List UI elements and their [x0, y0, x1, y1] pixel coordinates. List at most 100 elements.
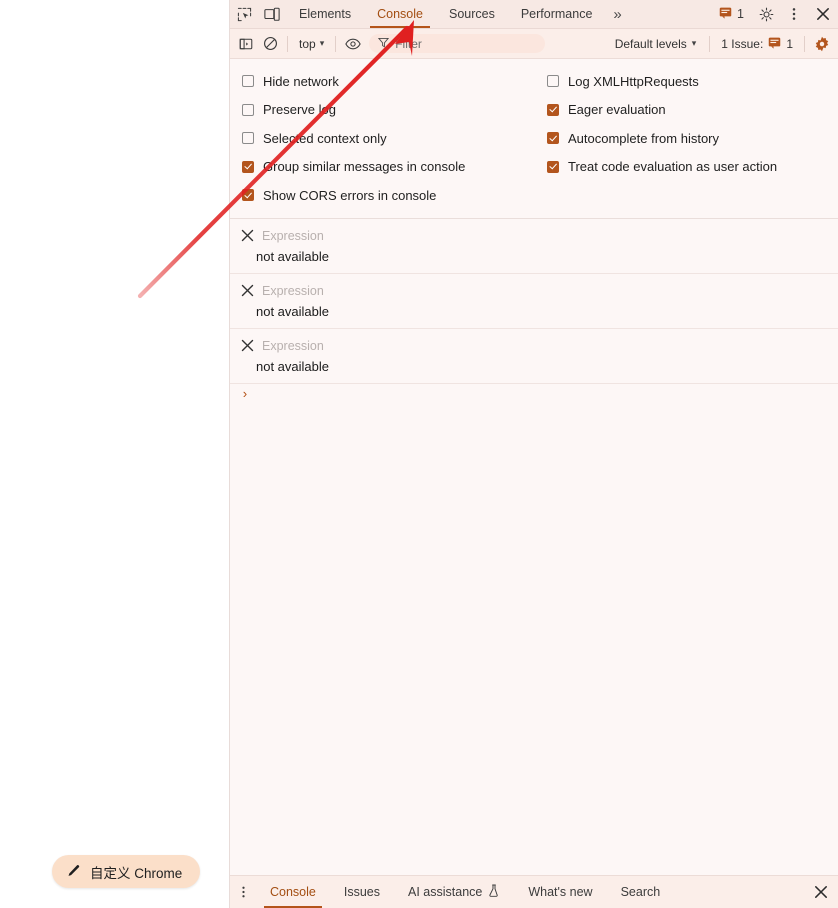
setting-autocomplete-from-history[interactable]: Autocomplete from history — [535, 124, 838, 153]
setting-treat-code-evaluation[interactable]: Treat code evaluation as user action — [535, 153, 838, 182]
host-page-area: 自定义 Chrome — [0, 0, 229, 908]
toolbar-divider-2 — [335, 35, 337, 52]
console-message-header: Expression — [230, 226, 838, 246]
close-x-icon[interactable] — [241, 339, 254, 352]
tab-performance-label: Performance — [520, 7, 593, 21]
setting-group-similar-messages[interactable]: Group similar messages in console — [230, 153, 535, 182]
execution-context-value: top — [299, 36, 316, 51]
more-tabs-button[interactable]: » — [605, 0, 629, 28]
drawer-tab-issues-label: Issues — [343, 885, 381, 899]
setting-hide-network[interactable]: Hide network — [230, 67, 535, 96]
experiment-flask-icon — [488, 884, 500, 900]
console-settings-gear-icon[interactable] — [810, 33, 834, 55]
drawer-tab-whats-new[interactable]: What's new — [514, 876, 606, 908]
devtools-main-toolbar: Elements Console Sources Performance » 1 — [230, 0, 838, 29]
setting-log-xmlhttprequests[interactable]: Log XMLHttpRequests — [535, 67, 838, 96]
close-x-icon[interactable] — [241, 229, 254, 242]
setting-treat-code-evaluation-label: Treat code evaluation as user action — [568, 159, 778, 175]
setting-log-xmlhttprequests-label: Log XMLHttpRequests — [568, 73, 699, 89]
settings-gear-icon[interactable] — [752, 0, 780, 28]
console-sidebar-icon[interactable] — [234, 33, 258, 55]
console-prompt[interactable]: › — [230, 383, 838, 406]
tab-console[interactable]: Console — [364, 0, 436, 28]
checkbox-autocomplete-from-history[interactable] — [547, 132, 559, 145]
tab-performance[interactable]: Performance — [508, 0, 606, 28]
console-message-header: Expression — [230, 336, 838, 356]
tab-elements[interactable]: Elements — [286, 0, 364, 28]
issues-badge-button[interactable]: 1 — [711, 0, 752, 28]
toolbar-divider-1 — [287, 35, 288, 52]
tab-sources-label: Sources — [448, 7, 495, 21]
setting-eager-evaluation[interactable]: Eager evaluation — [535, 96, 838, 125]
console-message-row[interactable]: Expression not available — [230, 273, 838, 329]
console-message-list: Expression not available Expression not … — [230, 218, 838, 406]
more-tabs-label: » — [613, 5, 622, 23]
setting-show-cors-errors-label: Show CORS errors in console — [263, 187, 437, 203]
checkbox-selected-context-only[interactable] — [242, 132, 254, 145]
execution-context-selector[interactable]: top ▾ — [293, 37, 330, 51]
setting-autocomplete-from-history-label: Autocomplete from history — [568, 130, 720, 146]
log-levels-value: Default levels — [614, 36, 687, 51]
drawer-tab-search-label: Search — [620, 885, 661, 899]
drawer-tab-console-label: Console — [270, 885, 316, 899]
chevron-down-icon: ▾ — [319, 38, 325, 48]
close-x-icon[interactable] — [241, 284, 254, 297]
settings-grid-empty-cell — [535, 181, 838, 210]
inspect-element-icon[interactable] — [230, 0, 258, 28]
console-message-expression: Expression — [262, 283, 324, 298]
drawer-tab-ai-assistance[interactable]: AI assistance — [394, 876, 514, 908]
drawer-more-icon[interactable] — [230, 876, 256, 908]
issue-icon — [768, 36, 781, 52]
console-message-result: not available — [256, 303, 329, 319]
drawer-tab-ai-assistance-label: AI assistance — [408, 885, 483, 899]
checkbox-hide-network[interactable] — [242, 75, 254, 88]
eye-icon[interactable] — [341, 33, 365, 55]
toolbar-divider-4 — [804, 35, 805, 52]
checkbox-eager-evaluation[interactable] — [547, 103, 559, 116]
drawer-tab-issues[interactable]: Issues — [330, 876, 394, 908]
checkbox-show-cors-errors[interactable] — [242, 189, 254, 202]
pencil-icon — [66, 864, 81, 879]
console-filter-placeholder: Filter — [395, 36, 422, 51]
checkbox-group-similar-messages[interactable] — [242, 160, 254, 173]
chevron-down-icon: ▾ — [691, 38, 697, 48]
console-message-result: not available — [256, 358, 329, 374]
customize-chrome-button[interactable]: 自定义 Chrome — [52, 855, 201, 888]
more-options-icon[interactable] — [780, 0, 808, 28]
console-message-expression: Expression — [262, 338, 324, 353]
devtools-panel: Elements Console Sources Performance » 1… — [229, 0, 838, 908]
console-message-header: Expression — [230, 281, 838, 301]
console-settings-pane: Hide network Log XMLHttpRequests Preserv… — [230, 59, 838, 219]
setting-selected-context-only[interactable]: Selected context only — [230, 124, 535, 153]
log-levels-selector[interactable]: Default levels ▾ — [607, 37, 705, 51]
console-issues-count: 1 — [786, 36, 793, 51]
console-filter-input[interactable]: Filter — [369, 34, 546, 53]
setting-selected-context-only-label: Selected context only — [263, 130, 387, 146]
console-empty-area — [230, 405, 838, 875]
clear-console-icon[interactable] — [258, 33, 282, 55]
setting-show-cors-errors[interactable]: Show CORS errors in console — [230, 181, 535, 210]
drawer-spacer — [674, 876, 804, 908]
close-devtools-icon[interactable] — [808, 0, 838, 28]
customize-chrome-label: 自定义 Chrome — [90, 865, 183, 881]
drawer-close-icon[interactable] — [804, 876, 838, 908]
checkbox-log-xmlhttprequests[interactable] — [547, 75, 559, 88]
tab-console-label: Console — [377, 7, 423, 21]
drawer-tab-search[interactable]: Search — [607, 876, 675, 908]
console-message-expression: Expression — [262, 228, 324, 243]
drawer-tab-console[interactable]: Console — [256, 876, 330, 908]
setting-eager-evaluation-label: Eager evaluation — [568, 102, 666, 118]
tab-sources[interactable]: Sources — [436, 0, 508, 28]
prompt-chevron-icon: › — [241, 387, 249, 402]
device-toolbar-icon[interactable] — [258, 0, 286, 28]
setting-preserve-log[interactable]: Preserve log — [230, 96, 535, 125]
console-message-row[interactable]: Expression not available — [230, 218, 838, 274]
console-issues-button[interactable]: 1 Issue: 1 — [715, 36, 799, 52]
console-message-row[interactable]: Expression not available — [230, 328, 838, 384]
setting-group-similar-messages-label: Group similar messages in console — [263, 159, 466, 175]
checkbox-preserve-log[interactable] — [242, 103, 254, 116]
checkbox-treat-code-evaluation[interactable] — [547, 160, 559, 173]
drawer-tab-whats-new-label: What's new — [528, 885, 593, 899]
filter-funnel-icon — [378, 35, 390, 53]
